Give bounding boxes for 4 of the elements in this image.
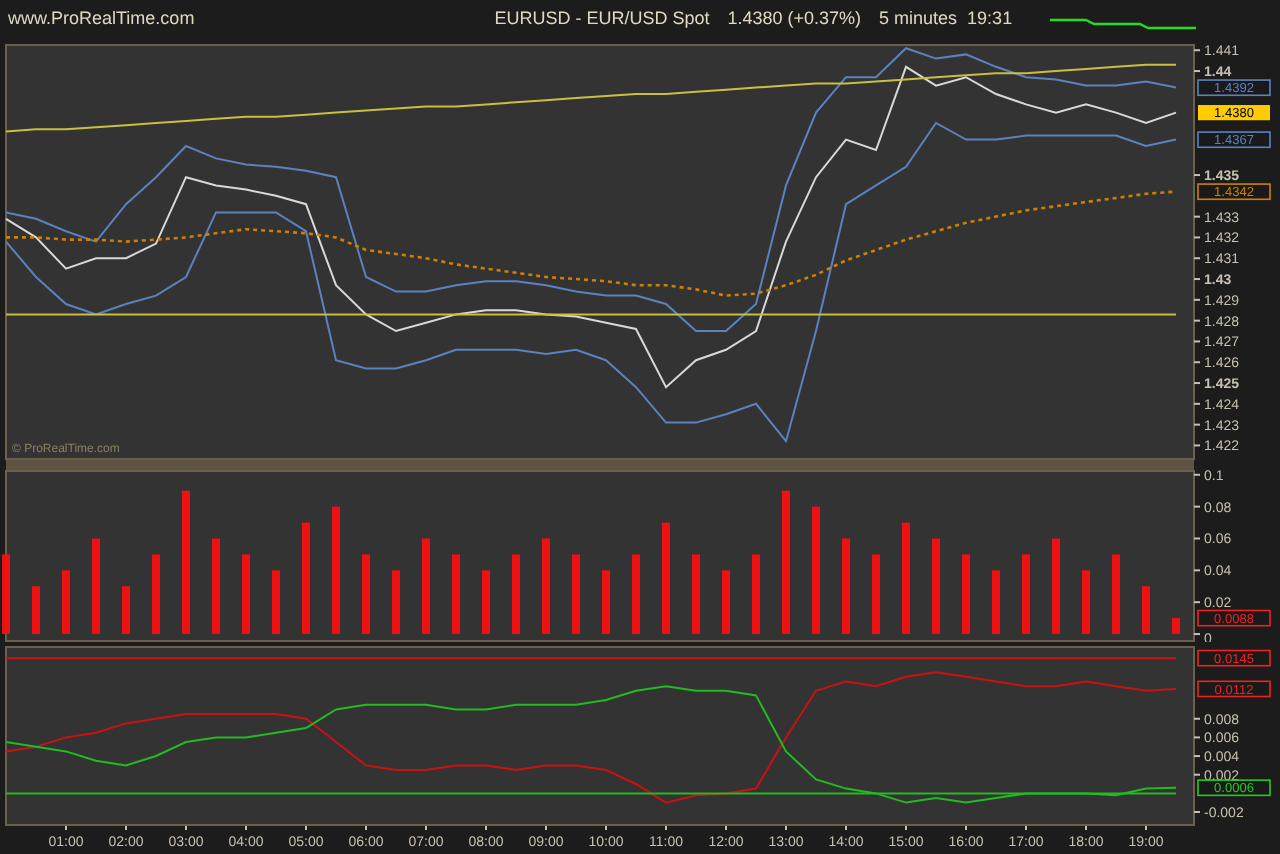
- timeframe: 5 minutes: [879, 6, 958, 33]
- instrument-name: EURUSD - EUR/USD Spot: [494, 6, 710, 33]
- last-price: 1.4380 (+0.37%): [727, 6, 862, 33]
- clock-time: 19:31: [967, 6, 1013, 33]
